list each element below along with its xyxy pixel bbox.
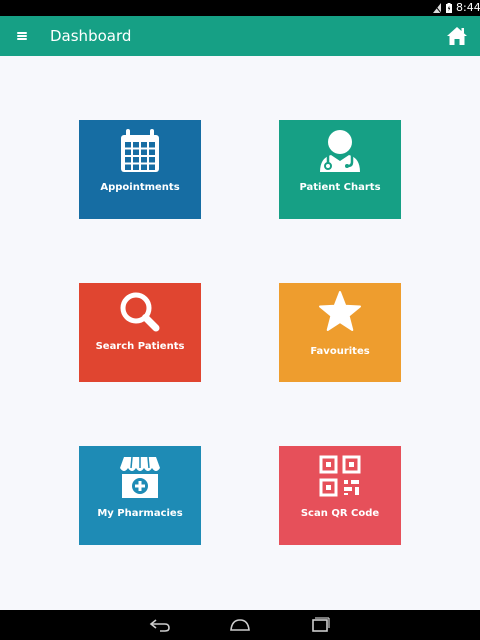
star-icon xyxy=(319,291,361,331)
favourites-label: Favourites xyxy=(310,346,370,357)
system-nav-bar xyxy=(0,610,480,640)
my-pharmacies-label: My Pharmacies xyxy=(97,508,183,519)
patient-charts-tile[interactable]: Patient Charts xyxy=(279,120,401,219)
store-icon xyxy=(120,456,160,498)
recents-icon[interactable] xyxy=(308,615,332,635)
favourites-tile[interactable]: Favourites xyxy=(279,283,401,382)
status-bar: 8:44 xyxy=(0,0,480,16)
scan-qr-code-tile[interactable]: Scan QR Code xyxy=(279,446,401,545)
calendar-icon xyxy=(121,129,159,172)
search-patients-label: Search Patients xyxy=(95,341,185,352)
home-nav-icon[interactable] xyxy=(228,615,252,635)
battery-icon xyxy=(446,3,452,13)
patient-charts-label: Patient Charts xyxy=(299,182,381,193)
signal-icon xyxy=(433,3,441,13)
back-icon[interactable] xyxy=(148,615,172,635)
home-icon[interactable] xyxy=(446,25,468,47)
appointments-tile[interactable]: Appointments xyxy=(79,120,201,219)
app-bar: Dashboard xyxy=(0,16,480,56)
qr-code-icon xyxy=(319,455,361,497)
page-title: Dashboard xyxy=(50,27,132,45)
search-patients-tile[interactable]: Search Patients xyxy=(79,283,201,382)
appointments-label: Appointments xyxy=(100,182,180,193)
status-time: 8:44 xyxy=(456,1,480,14)
my-pharmacies-tile[interactable]: My Pharmacies xyxy=(79,446,201,545)
doctor-icon xyxy=(320,130,360,172)
scan-qr-code-label: Scan QR Code xyxy=(300,508,380,519)
menu-button[interactable] xyxy=(14,28,32,44)
